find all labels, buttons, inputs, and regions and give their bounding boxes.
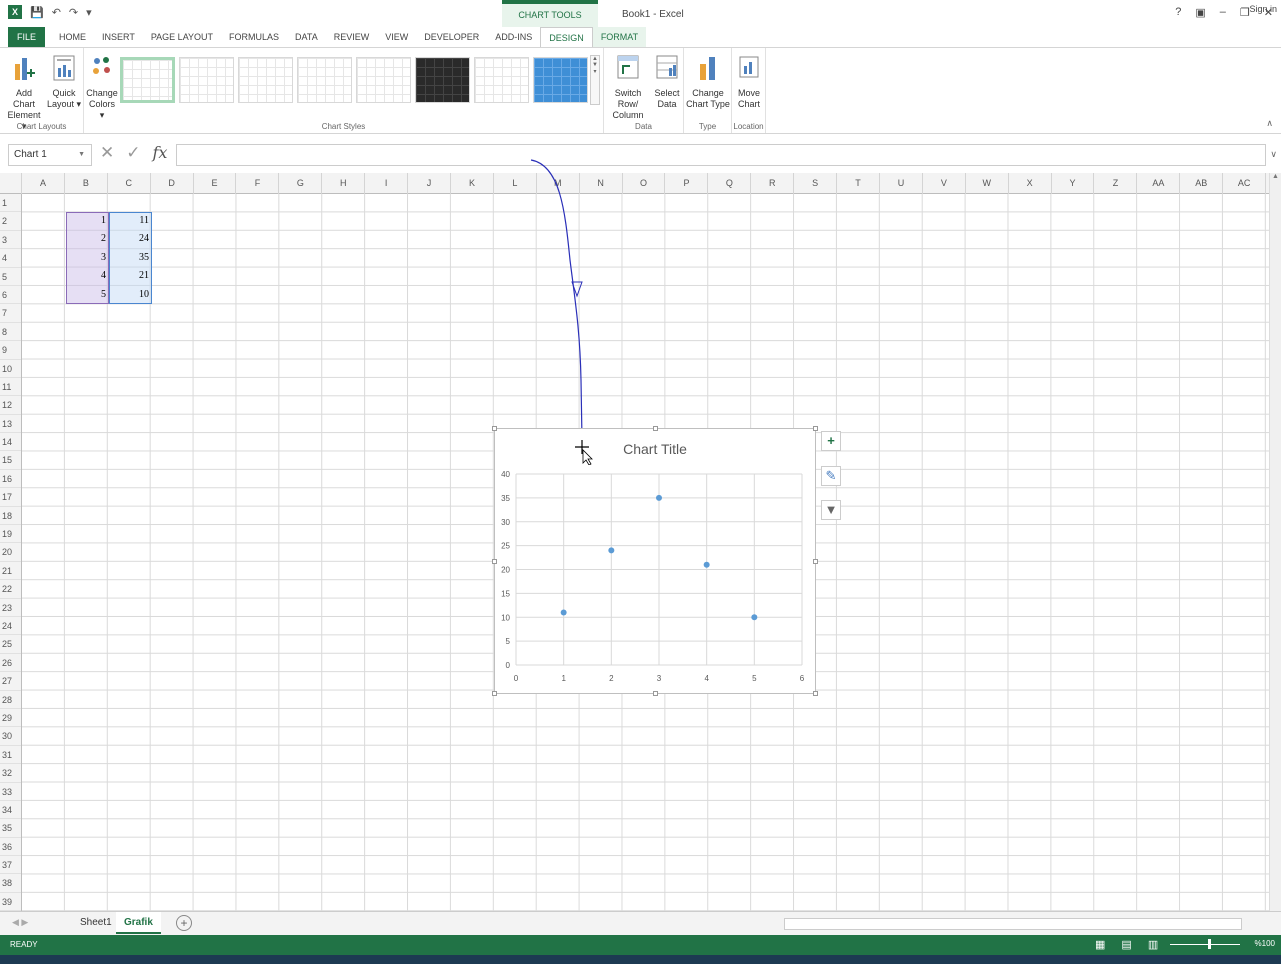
chart-handle-b[interactable] [653, 691, 658, 696]
sheet-nav-arrows[interactable]: ◀ ▶ [12, 917, 28, 928]
zoom-level[interactable]: %100 [1255, 939, 1275, 948]
x-tick-label: 6 [800, 674, 805, 683]
y-tick-label: 15 [501, 589, 510, 598]
y-tick-label: 40 [501, 470, 510, 479]
status-mode: READY [10, 940, 38, 949]
sheet-tab-bar: ◀ ▶ Sheet1 Grafik + [0, 911, 1281, 935]
x-tick-label: 0 [514, 674, 519, 683]
chart-handle-tl[interactable] [492, 426, 497, 431]
chart-handle-r[interactable] [813, 559, 818, 564]
data-point[interactable] [608, 547, 615, 554]
chart-styles-brush-icon[interactable]: ✎ [821, 466, 841, 486]
zoom-slider[interactable] [1170, 944, 1240, 945]
y-tick-label: 20 [501, 566, 510, 575]
excel-window: X 💾 ↶ ↷ ▾ CHART TOOLS Book1 - Excel ? ▣ … [0, 0, 1281, 964]
chart-handle-t[interactable] [653, 426, 658, 431]
page-break-view-icon[interactable]: ▥ [1148, 938, 1158, 951]
view-buttons: ▦ ▤ ▥ [1095, 938, 1158, 951]
scatter-chart[interactable]: Chart Title 0 1 2 3 4 5 6 0 5 10 15 20 25 30 35 40 [492, 426, 818, 696]
sheet-tab-grafik[interactable]: Grafik [116, 912, 161, 934]
chart-plot: 0 1 2 3 4 5 6 0 5 10 15 20 25 30 35 40 [501, 470, 805, 683]
add-sheet-icon[interactable]: + [176, 915, 192, 931]
chart-handle-br[interactable] [813, 691, 818, 696]
y-tick-label: 35 [501, 494, 510, 503]
chart-filters-funnel-icon[interactable]: ▼ [821, 500, 841, 520]
os-taskbar [0, 955, 1281, 964]
data-point[interactable] [751, 614, 758, 621]
x-tick-label: 4 [704, 674, 709, 683]
status-bar: READY ▦ ▤ ▥ %100 [0, 935, 1281, 955]
chart-handle-tr[interactable] [813, 426, 818, 431]
x-tick-label: 2 [609, 674, 614, 683]
normal-view-icon[interactable]: ▦ [1095, 938, 1105, 951]
zoom-slider-thumb[interactable] [1208, 939, 1211, 949]
y-tick-label: 0 [506, 661, 511, 670]
move-cursor-icon [575, 440, 593, 465]
x-tick-label: 3 [657, 674, 662, 683]
y-tick-label: 10 [501, 613, 510, 622]
data-point[interactable] [560, 609, 567, 616]
y-tick-label: 30 [501, 518, 510, 527]
chart-elements-plus-icon[interactable]: + [821, 431, 841, 451]
page-layout-view-icon[interactable]: ▤ [1121, 938, 1131, 951]
x-tick-label: 1 [561, 674, 566, 683]
y-tick-label: 25 [501, 542, 510, 551]
chart-handle-bl[interactable] [492, 691, 497, 696]
horizontal-scrollbar[interactable] [784, 918, 1242, 930]
sheet-tab-sheet1[interactable]: Sheet1 [72, 912, 120, 934]
data-point[interactable] [656, 494, 662, 501]
x-tick-label: 5 [752, 674, 757, 683]
y-tick-label: 5 [506, 637, 511, 646]
data-point[interactable] [703, 561, 710, 568]
chart-handle-l[interactable] [492, 559, 497, 564]
